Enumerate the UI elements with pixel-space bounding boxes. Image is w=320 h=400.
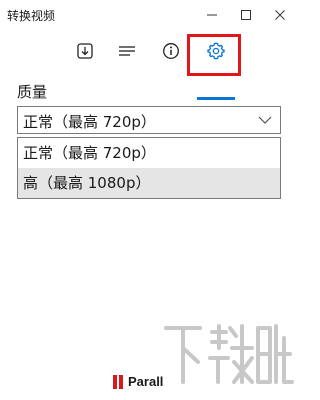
tab-info[interactable]	[155, 34, 187, 68]
download-icon	[77, 43, 93, 59]
minimize-icon	[207, 14, 217, 16]
close-icon	[275, 10, 285, 20]
maximize-icon	[241, 10, 251, 20]
chevron-down-icon	[258, 116, 272, 124]
close-button[interactable]	[263, 0, 297, 30]
quality-option-high[interactable]: 高（最高 1080p）	[18, 168, 280, 198]
quality-select-value: 正常（最高 720p）	[23, 113, 156, 131]
parallels-logo-icon	[113, 374, 125, 389]
list-icon	[119, 46, 135, 56]
toolbar	[0, 30, 300, 100]
quality-option-normal[interactable]: 正常（最高 720p）	[18, 138, 280, 168]
quality-select[interactable]: 正常（最高 720p）	[17, 106, 281, 134]
quality-dropdown-list: 正常（最高 720p） 高（最高 1080p）	[17, 137, 281, 199]
quality-label: 质量	[17, 83, 48, 101]
window-title: 转换视频	[7, 9, 56, 23]
tab-list[interactable]	[111, 34, 143, 68]
brand-name: Parall	[128, 374, 164, 389]
minimize-button[interactable]	[195, 0, 229, 30]
maximize-button[interactable]	[229, 0, 263, 30]
tab-download[interactable]	[69, 34, 101, 68]
highlight-annotation-box	[187, 34, 241, 76]
brand-logo: Parall	[113, 374, 163, 389]
title-bar: 转换视频	[0, 0, 300, 30]
info-icon	[163, 43, 179, 59]
watermark-logo	[164, 324, 294, 384]
selected-tab-indicator	[197, 97, 235, 100]
